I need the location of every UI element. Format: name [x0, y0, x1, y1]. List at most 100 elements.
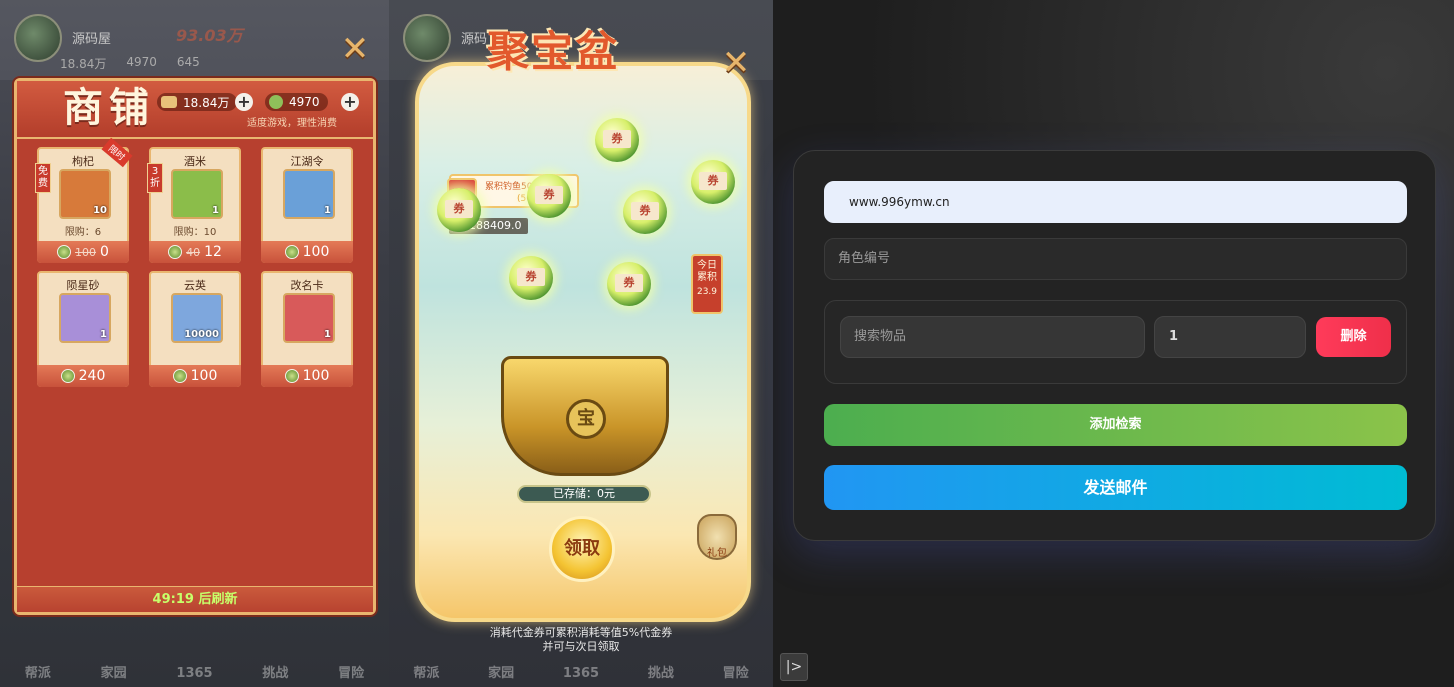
screen: 源码屋 93.03万 18.84万 4970 645 ✕ 商铺 18.84万 +… — [0, 0, 1454, 687]
mail-form: www.996ymw.cn 角色编号 搜索物品 1 删除 添加检索 发送邮件 — [793, 150, 1436, 541]
shop-game-panel: 源码屋 93.03万 18.84万 4970 645 ✕ 商铺 18.84万 +… — [0, 0, 389, 687]
close-icon[interactable]: ✕ — [338, 32, 372, 68]
item-name: 陨星砂 — [66, 279, 100, 292]
shop-window: 商铺 18.84万 + 4970 + 适度游戏，理性消费 枸杞 10 限购：6 100… — [14, 78, 376, 615]
close-icon[interactable]: ✕ — [719, 46, 753, 82]
treasure-seal: 宝 — [566, 399, 606, 439]
coin-icon — [172, 369, 187, 383]
item-name: 酒米 — [184, 155, 206, 168]
today-label: 今日累积 — [697, 260, 717, 283]
voucher-orb[interactable] — [527, 174, 571, 218]
original-price: 100 — [75, 245, 97, 259]
item-image: 1 — [171, 169, 223, 219]
price-button[interactable]: 100 — [261, 365, 353, 387]
hud-stat-tokens: 645 — [176, 55, 200, 69]
currency-silver-value: 18.84万 — [183, 95, 230, 110]
item-name: 江湖令 — [290, 155, 324, 168]
voucher-orb[interactable] — [595, 118, 639, 162]
server-url-input[interactable]: www.996ymw.cn — [824, 181, 1407, 223]
nav-guild[interactable]: 帮派 — [413, 662, 439, 681]
hud-bar: 源码屋 93.03万 18.84万 4970 645 — [0, 0, 389, 80]
nav-challenge[interactable]: 挑战 — [648, 662, 674, 681]
item-price: 240 — [78, 368, 106, 384]
voucher-orb[interactable] — [509, 256, 553, 300]
currency-silver: 18.84万 — [157, 93, 238, 111]
nav-center[interactable]: 1365 — [563, 666, 599, 681]
voucher-orb[interactable] — [437, 188, 481, 232]
coin-icon — [57, 245, 72, 259]
plus-icon[interactable]: + — [341, 93, 359, 111]
price-button[interactable]: 100 0 — [37, 241, 129, 263]
voucher-orb[interactable] — [607, 262, 651, 306]
hud-stats: 18.84万 4970 645 — [60, 55, 200, 72]
discount-tag: 免费 — [35, 163, 51, 193]
item-quantity: 1 — [324, 205, 331, 216]
shop-item-card[interactable]: 改名卡 1 100 — [261, 271, 353, 387]
voucher-orb[interactable] — [623, 190, 667, 234]
price-button[interactable]: 100 — [261, 241, 353, 263]
jade-coin-icon — [269, 95, 283, 109]
item-price: 100 — [302, 368, 330, 384]
nav-home[interactable]: 家园 — [101, 662, 127, 681]
nav-adventure[interactable]: 冒险 — [338, 662, 364, 681]
gift-bag-icon[interactable]: 礼包 — [697, 514, 737, 560]
shop-item-card[interactable]: 枸杞 10 限购：6 100 0 免费 限时 — [35, 137, 133, 263]
hud-stat-jade: 4970 — [126, 55, 157, 69]
player-avatar[interactable] — [14, 14, 62, 62]
nav-home[interactable]: 家园 — [488, 662, 514, 681]
item-search-input[interactable]: 搜索物品 — [840, 316, 1145, 358]
add-search-button[interactable]: 添加检索 — [824, 404, 1407, 446]
item-quantity: 1 — [212, 205, 219, 216]
item-image: 1 — [283, 293, 335, 343]
sidebar-toggle-icon[interactable]: |> — [780, 653, 808, 681]
refresh-timer: 49:19 后刷新 — [17, 586, 373, 612]
price-button[interactable]: 40 12 — [149, 241, 241, 263]
price-button[interactable]: 240 — [37, 365, 129, 387]
item-quantity: 10000 — [184, 329, 219, 340]
nav-guild[interactable]: 帮派 — [25, 662, 51, 681]
quantity-input[interactable]: 1 — [1154, 316, 1306, 358]
treasure-basin: 宝 — [501, 356, 669, 476]
nav-challenge[interactable]: 挑战 — [262, 662, 288, 681]
currency-jade-value: 4970 — [289, 95, 320, 109]
nav-center[interactable]: 1365 — [176, 666, 212, 681]
send-mail-button[interactable]: 发送邮件 — [824, 465, 1407, 510]
item-quantity: 1 — [324, 329, 331, 340]
item-image: 10000 — [171, 293, 223, 343]
player-avatar[interactable] — [403, 14, 451, 62]
nav-adventure[interactable]: 冒险 — [723, 662, 749, 681]
role-id-input[interactable]: 角色编号 — [824, 238, 1407, 280]
mail-tool-panel: www.996ymw.cn 角色编号 搜索物品 1 删除 添加检索 发送邮件 |… — [773, 0, 1454, 687]
silver-icon — [161, 96, 177, 108]
purchase-limit: 限购：6 — [64, 227, 102, 238]
coin-icon — [284, 245, 299, 259]
delete-button[interactable]: 删除 — [1316, 317, 1391, 357]
item-price: 12 — [204, 244, 222, 260]
treasure-basin-card: 累积钓鱼50次 (50/50) 188409.0 今日累积 23.9 宝 已存储… — [415, 62, 751, 622]
item-name: 改名卡 — [290, 279, 324, 292]
item-name: 云英 — [184, 279, 206, 292]
item-image: 10 — [59, 169, 111, 219]
bottom-nav: 帮派 家园 1365 挑战 冒险 — [0, 627, 389, 687]
player-name: 源码屋 — [72, 32, 112, 47]
discount-tag: 3折 — [147, 163, 163, 193]
shop-item-card[interactable]: 陨星砂 1 240 — [37, 271, 129, 387]
coin-icon — [284, 369, 299, 383]
shop-item-card[interactable]: 云英 10000 100 — [149, 271, 241, 387]
item-quantity: 10 — [93, 205, 107, 216]
item-quantity: 1 — [100, 329, 107, 340]
shop-item-card[interactable]: 酒米 1 限购：10 40 12 3折 — [147, 147, 241, 263]
original-price: 40 — [186, 245, 201, 259]
plus-icon[interactable]: + — [235, 93, 253, 111]
shop-tip: 适度游戏，理性消费 — [247, 118, 337, 129]
shop-item-grid: 枸杞 10 限购：6 100 0 免费 限时 酒米 1 限购：10 40 12 3折 江湖令 1 100 陨星砂… — [35, 137, 357, 387]
voucher-orb[interactable] — [691, 160, 735, 204]
price-button[interactable]: 100 — [149, 365, 241, 387]
item-price: 100 — [302, 244, 330, 260]
shop-item-card[interactable]: 江湖令 1 100 — [261, 147, 353, 263]
purchase-limit: 限购：10 — [173, 227, 217, 238]
claim-button[interactable]: 领取 — [549, 516, 615, 582]
shop-title: 商铺 — [63, 84, 155, 131]
hud-stat-silver: 18.84万 — [60, 57, 107, 71]
item-image: 1 — [283, 169, 335, 219]
